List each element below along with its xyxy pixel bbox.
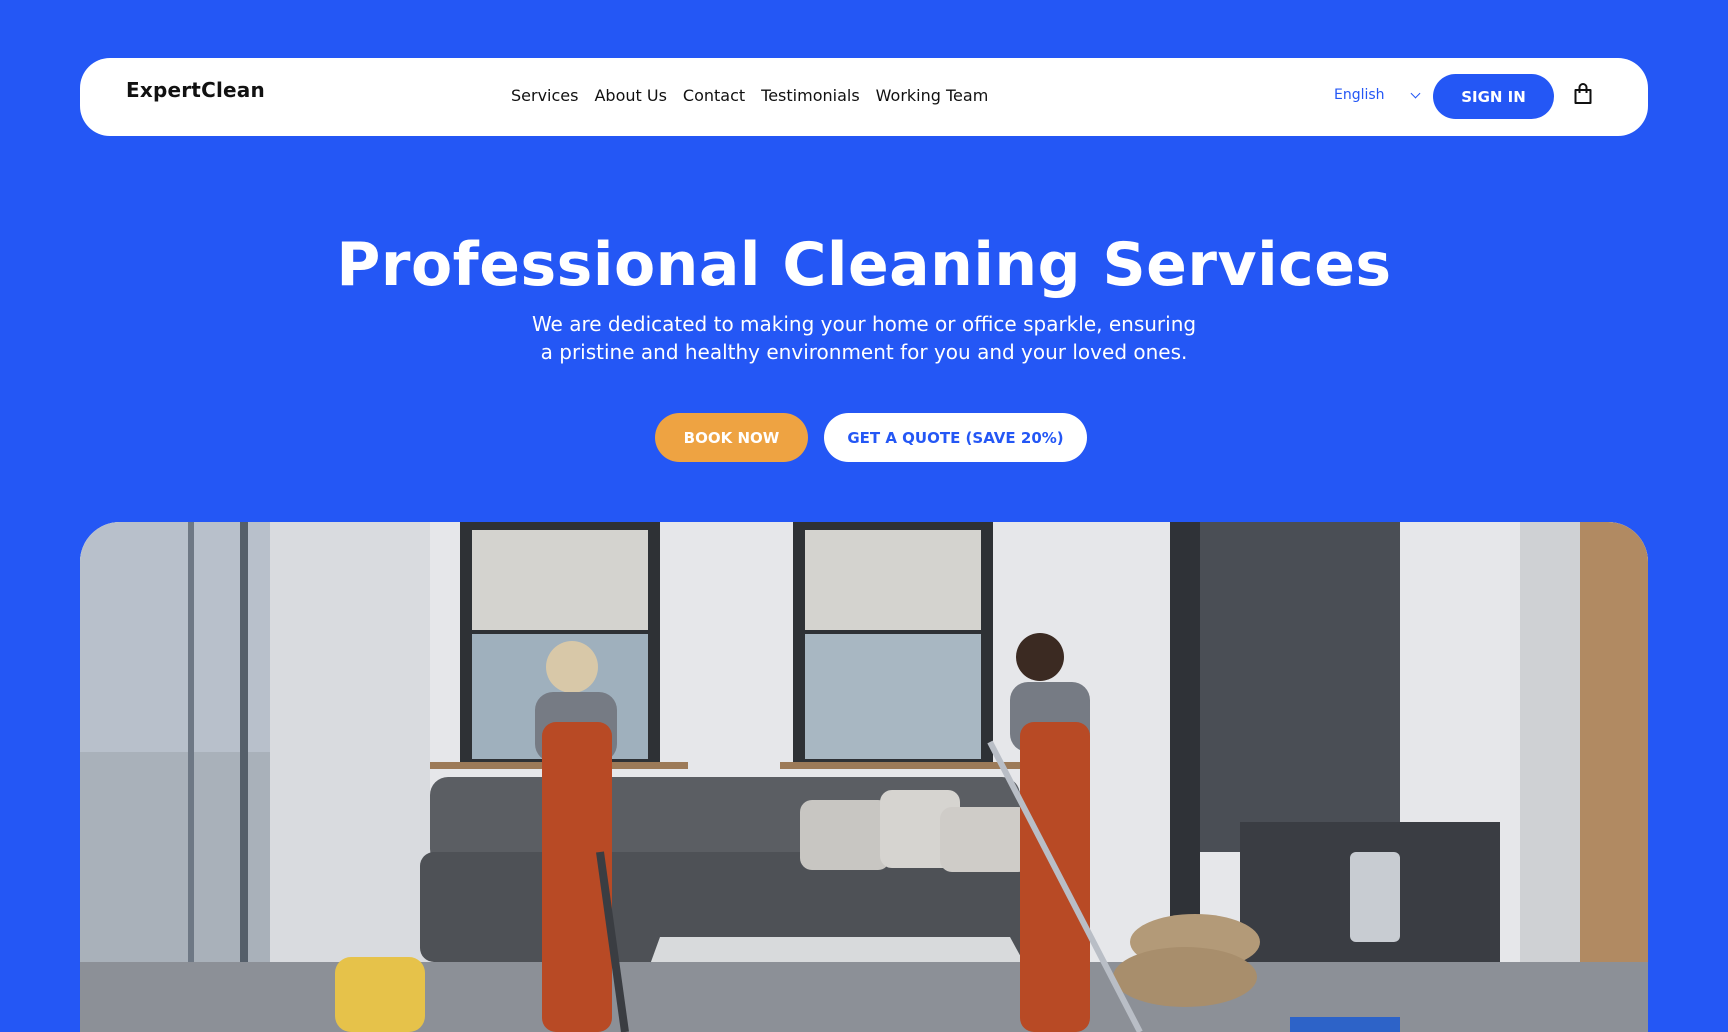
get-quote-button[interactable]: GET A QUOTE (SAVE 20%): [824, 413, 1087, 462]
top-navbar: ExpertClean Services About Us Contact Te…: [80, 58, 1648, 136]
sign-in-button[interactable]: SIGN IN: [1433, 74, 1554, 119]
hero-title: Professional Cleaning Services: [336, 230, 1392, 300]
hero-subtitle-line-2: a pristine and healthy environment for y…: [540, 340, 1188, 364]
cleaning-scene-illustration: [80, 522, 1648, 1032]
hero-subtitle-line-1: We are dedicated to making your home or …: [531, 312, 1197, 336]
shopping-bag-icon[interactable]: [1571, 82, 1595, 106]
book-now-button[interactable]: BOOK NOW: [655, 413, 808, 462]
nav-link-about-us[interactable]: About Us: [594, 86, 666, 105]
hero-cta-row: BOOK NOW GET A QUOTE (SAVE 20%): [0, 413, 1728, 462]
nav-link-working-team[interactable]: Working Team: [876, 86, 989, 105]
hero-image: [80, 522, 1648, 1032]
nav-link-contact[interactable]: Contact: [683, 86, 745, 105]
hero-subtitle: We are dedicated to making your home or …: [0, 310, 1728, 366]
nav-link-testimonials[interactable]: Testimonials: [761, 86, 860, 105]
brand-logo[interactable]: ExpertClean: [126, 78, 265, 102]
main-nav: Services About Us Contact Testimonials W…: [511, 86, 988, 105]
chevron-down-icon: [1410, 88, 1421, 98]
nav-link-services[interactable]: Services: [511, 86, 578, 105]
language-select-value: English: [1334, 87, 1385, 103]
language-select[interactable]: English: [1334, 87, 1421, 103]
